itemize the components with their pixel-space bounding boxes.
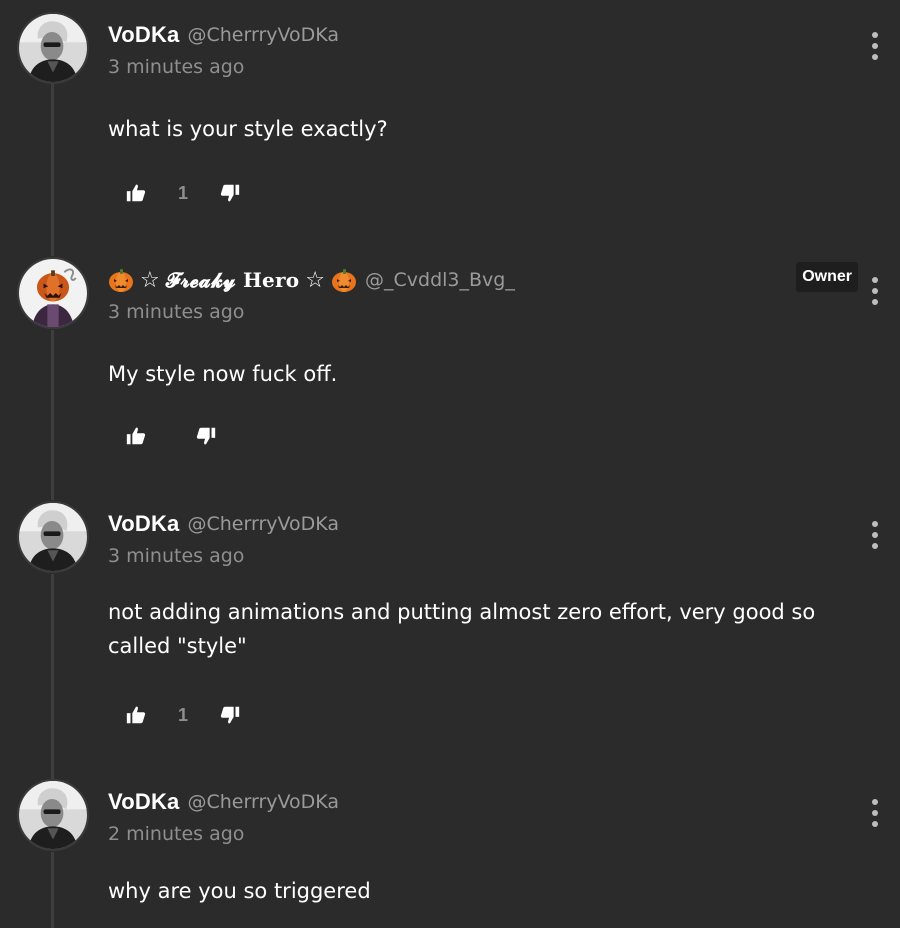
author-name[interactable]: VoDKa: [108, 789, 180, 815]
kebab-dot-icon: [872, 32, 878, 38]
user-avatar-icon: [19, 14, 87, 82]
kebab-dot-icon: [872, 810, 878, 816]
comment-thread: VoDKa @CherrryVoDKa 3 minutes ago what i…: [0, 0, 900, 928]
author-handle[interactable]: @_Cvddl3_Bvg_: [365, 269, 515, 291]
kebab-dot-icon: [872, 521, 878, 527]
vote-actions: [120, 421, 222, 451]
kebab-dot-icon: [872, 799, 878, 805]
kebab-dot-icon: [872, 299, 878, 305]
owner-badge: Owner: [796, 262, 858, 292]
avatar[interactable]: [17, 257, 89, 329]
like-count: 1: [177, 182, 188, 203]
comment: VoDKa @CherrryVoDKa 2 minutes ago why ar…: [0, 779, 900, 928]
comment: VoDKa @CherrryVoDKa 3 minutes ago what i…: [0, 12, 900, 242]
pumpkin-icon: [331, 267, 357, 293]
avatar[interactable]: [17, 779, 89, 851]
author-name[interactable]: 𝓕𝓻𝓮𝓪𝓴𝔂 Hero: [166, 268, 300, 292]
avatar[interactable]: [17, 12, 89, 84]
thumbs-up-button[interactable]: [120, 700, 152, 730]
pumpkin-avatar-icon: [19, 259, 87, 327]
thumbs-down-button[interactable]: [214, 178, 246, 208]
thumbs-down-icon: [219, 704, 241, 726]
kebab-dot-icon: [872, 288, 878, 294]
kebab-dot-icon: [872, 43, 878, 49]
thumbs-up-icon: [125, 704, 147, 726]
comment-header: ☆ 𝓕𝓻𝓮𝓪𝓴𝔂 Hero ☆ @_Cvddl3_Bvg_: [108, 265, 515, 295]
timestamp: 3 minutes ago: [108, 301, 245, 323]
author-name[interactable]: VoDKa: [108, 22, 180, 48]
like-count: 1: [177, 704, 188, 725]
comment-header: VoDKa @CherrryVoDKa: [108, 20, 339, 50]
comment: VoDKa @CherrryVoDKa 3 minutes ago not ad…: [0, 501, 900, 761]
star-decoration: ☆: [140, 267, 160, 293]
kebab-dot-icon: [872, 54, 878, 60]
kebab-dot-icon: [872, 277, 878, 283]
more-options-button[interactable]: [868, 32, 882, 60]
pumpkin-icon: [108, 267, 134, 293]
comment-header: VoDKa @CherrryVoDKa: [108, 509, 339, 539]
author-handle[interactable]: @CherrryVoDKa: [188, 24, 340, 46]
user-avatar-icon: [19, 781, 87, 849]
thumbs-down-button[interactable]: [214, 700, 246, 730]
user-avatar-icon: [19, 503, 87, 571]
vote-actions: 1: [120, 178, 246, 208]
more-options-button[interactable]: [868, 799, 882, 827]
thumbs-down-button[interactable]: [190, 421, 222, 451]
author-handle[interactable]: @CherrryVoDKa: [188, 791, 340, 813]
timestamp: 3 minutes ago: [108, 56, 245, 78]
thumbs-up-icon: [125, 182, 147, 204]
author-name[interactable]: VoDKa: [108, 511, 180, 537]
comment-header: VoDKa @CherrryVoDKa: [108, 787, 339, 817]
author-handle[interactable]: @CherrryVoDKa: [188, 513, 340, 535]
thumbs-up-button[interactable]: [120, 178, 152, 208]
more-options-button[interactable]: [868, 521, 882, 549]
comment-text: what is your style exactly?: [108, 117, 388, 141]
kebab-dot-icon: [872, 532, 878, 538]
comment: ☆ 𝓕𝓻𝓮𝓪𝓴𝔂 Hero ☆ @_Cvddl3_Bvg_ Owner 3 mi…: [0, 257, 900, 487]
vote-actions: 1: [120, 700, 246, 730]
kebab-dot-icon: [872, 821, 878, 827]
timestamp: 3 minutes ago: [108, 545, 245, 567]
avatar[interactable]: [17, 501, 89, 573]
comment-text: not adding animations and putting almost…: [108, 600, 816, 658]
comment-text: why are you so triggered: [108, 879, 371, 903]
thumbs-down-icon: [219, 182, 241, 204]
comment-text: My style now fuck off.: [108, 362, 338, 386]
kebab-dot-icon: [872, 543, 878, 549]
thumbs-up-icon: [125, 425, 147, 447]
more-options-button[interactable]: [868, 277, 882, 305]
thumbs-up-button[interactable]: [120, 421, 152, 451]
star-decoration: ☆: [305, 267, 325, 293]
timestamp: 2 minutes ago: [108, 823, 245, 845]
thumbs-down-icon: [195, 425, 217, 447]
